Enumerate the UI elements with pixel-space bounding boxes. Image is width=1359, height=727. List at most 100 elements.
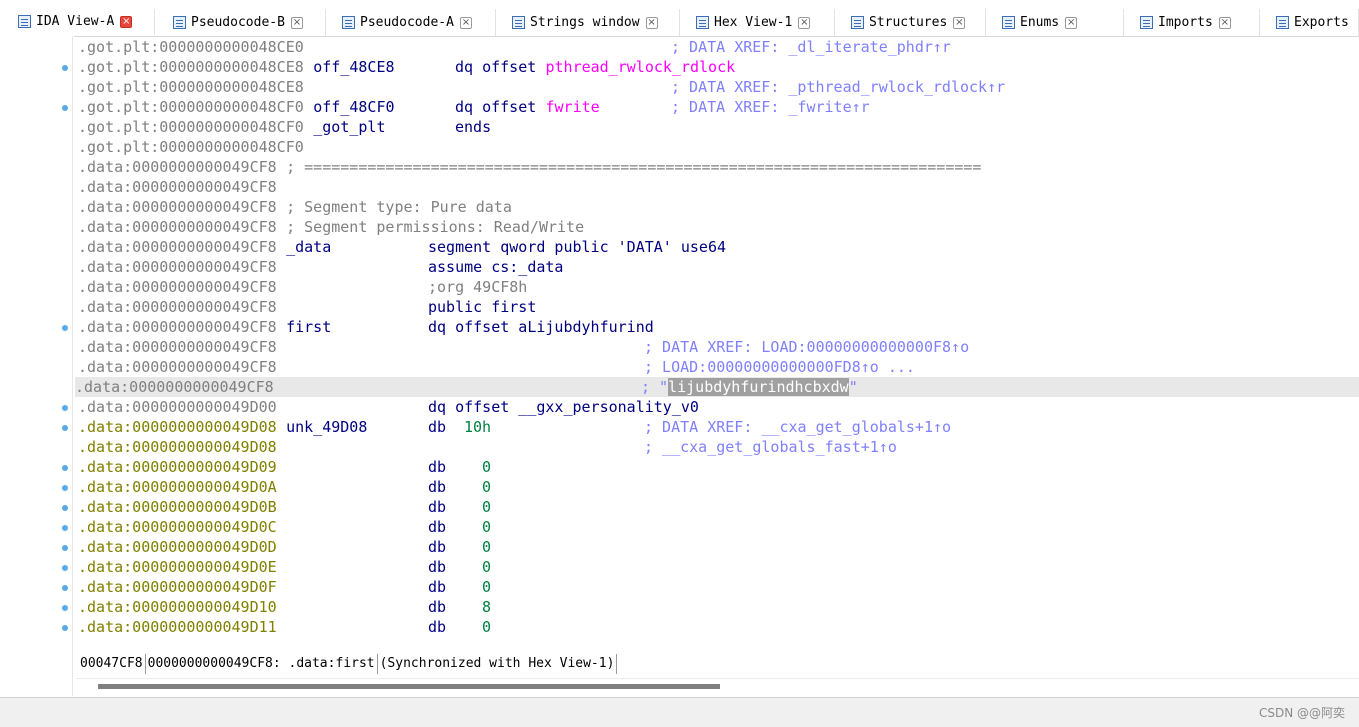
tab-hex-view-1[interactable]: Hex View-1 × bbox=[684, 9, 835, 36]
selected-text: lijubdyhfurindhcbxdw bbox=[668, 378, 849, 396]
listing-row[interactable]: .data:0000000000049D0D db 0 bbox=[78, 537, 1359, 557]
listing-row[interactable]: .got.plt:0000000000048CF0 _got_plt ends bbox=[78, 117, 1359, 137]
tab-ida-view-a[interactable]: IDA View-A × bbox=[6, 9, 155, 36]
code-flow-dot-icon bbox=[62, 425, 68, 431]
xref-comment: ; LOAD:00000000000000FD8↑o ... bbox=[644, 358, 915, 376]
listing-row[interactable]: .data:0000000000049D0C db 0 bbox=[78, 517, 1359, 537]
listing-row[interactable]: .got.plt:0000000000048CE0 ; DATA XREF: _d… bbox=[78, 37, 1359, 57]
xref-comment: ; __cxa_get_globals_fast+1↑o bbox=[644, 438, 897, 456]
listing-row[interactable]: .data:0000000000049CF8 first dq offset aLi… bbox=[78, 317, 1359, 337]
code-flow-dot-icon bbox=[62, 625, 68, 631]
mnemonic: dq offset bbox=[455, 98, 537, 116]
tab-strings-window[interactable]: Strings window × bbox=[500, 9, 680, 36]
code-flow-dot-icon bbox=[62, 605, 68, 611]
listing-row[interactable]: .got.plt:0000000000048CF0 bbox=[78, 137, 1359, 157]
close-icon[interactable]: × bbox=[459, 16, 472, 29]
address: .data:0000000000049D0D bbox=[78, 538, 277, 556]
mnemonic: db bbox=[428, 558, 447, 576]
listing-row[interactable]: .data:0000000000049D0E db 0 bbox=[78, 557, 1359, 577]
tab-pseudocode-b[interactable]: Pseudocode-B × bbox=[161, 9, 326, 36]
listing-row[interactable]: .data:0000000000049D08 unk_49D08 db 10h ; DA… bbox=[78, 417, 1359, 437]
listing-row[interactable]: .data:0000000000049CF8 ;org 49CF8h bbox=[78, 277, 1359, 297]
label-name: _data bbox=[286, 238, 332, 256]
listing-row[interactable]: .data:0000000000049CF8 ; Segment permissi… bbox=[78, 217, 1359, 237]
listing-row[interactable]: .data:0000000000049D10 db 8 bbox=[78, 597, 1359, 617]
mnemonic: assume cs:_data bbox=[428, 258, 564, 276]
code-flow-dot-icon bbox=[62, 65, 68, 71]
horizontal-scrollbar[interactable] bbox=[76, 678, 1359, 695]
tab-label: Hex View-1 bbox=[714, 15, 793, 30]
listing-row[interactable]: .data:0000000000049CF8 ; "lijubdyhfurindh… bbox=[75, 377, 1359, 397]
pseudocode-icon bbox=[342, 16, 355, 29]
listing-row[interactable]: .got.plt:0000000000048CF0 off_48CF0 dq off… bbox=[78, 97, 1359, 117]
listing-row[interactable]: .data:0000000000049CF8 ; DATA XREF: LOAD:… bbox=[78, 337, 1359, 357]
ida-view-icon bbox=[18, 15, 31, 28]
address: .data:0000000000049CF8 bbox=[78, 318, 277, 336]
address: .data:0000000000049D08 bbox=[78, 438, 277, 456]
listing-row[interactable]: .data:0000000000049CF8 ; Segment type: Pu… bbox=[78, 197, 1359, 217]
listing-row[interactable]: .data:0000000000049CF8 assume cs:_data bbox=[78, 257, 1359, 277]
address: .data:0000000000049D09 bbox=[78, 458, 277, 476]
code-flow-dot-icon bbox=[62, 325, 68, 331]
tab-enums[interactable]: Enums × bbox=[990, 9, 1124, 36]
close-icon[interactable]: × bbox=[290, 16, 303, 29]
gutter bbox=[0, 36, 74, 696]
close-icon[interactable]: × bbox=[798, 16, 811, 29]
scrollbar-thumb[interactable] bbox=[98, 684, 720, 689]
numeric-value: 0 bbox=[482, 578, 492, 596]
address: .data:0000000000049D0C bbox=[78, 518, 277, 536]
listing-row[interactable]: .data:0000000000049D0A db 0 bbox=[78, 477, 1359, 497]
listing-row[interactable]: .data:0000000000049CF8 _data segment qword… bbox=[78, 237, 1359, 257]
disassembly-listing[interactable]: .got.plt:0000000000048CE0 ; DATA XREF: _d… bbox=[75, 37, 1359, 637]
close-icon[interactable]: × bbox=[120, 15, 133, 28]
listing-row[interactable]: .data:0000000000049D11 db 0 bbox=[78, 617, 1359, 637]
tab-structures[interactable]: Structures × bbox=[839, 9, 986, 36]
address: .data:0000000000049D0B bbox=[78, 498, 277, 516]
label-name: _got_plt bbox=[313, 118, 386, 136]
close-icon[interactable]: × bbox=[1218, 16, 1231, 29]
address: .data:0000000000049CF8 bbox=[78, 238, 277, 256]
address: .data:0000000000049CF8 bbox=[78, 158, 277, 176]
xref-comment: ; DATA XREF: _pthread_rwlock_rdlock↑r bbox=[671, 78, 1006, 96]
numeric-value: 0 bbox=[482, 478, 492, 496]
tab-label: Structures bbox=[869, 15, 948, 30]
file-offset: 00047CF8 bbox=[78, 654, 146, 674]
listing-row[interactable]: .got.plt:0000000000048CE8 off_48CE8 dq off… bbox=[78, 57, 1359, 77]
address: .data:0000000000049CF8 bbox=[78, 198, 277, 216]
listing-row[interactable]: .data:0000000000049D0F db 0 bbox=[78, 577, 1359, 597]
tab-pseudocode-a[interactable]: Pseudocode-A × bbox=[330, 9, 496, 36]
string-comment: ; "lijubdyhfurindhcbxdw" bbox=[641, 377, 858, 397]
mnemonic: db bbox=[428, 458, 447, 476]
tab-imports[interactable]: Imports × bbox=[1128, 9, 1260, 36]
mnemonic: public first bbox=[428, 298, 537, 316]
listing-row[interactable]: .data:0000000000049CF8 public first bbox=[78, 297, 1359, 317]
tab-label: Enums bbox=[1020, 15, 1060, 30]
listing-row[interactable]: .got.plt:0000000000048CE8 ; DATA XREF: _p… bbox=[78, 77, 1359, 97]
imports-icon bbox=[1140, 16, 1153, 29]
listing-row[interactable]: .data:0000000000049CF8 ; ================… bbox=[78, 157, 1359, 177]
segment-comment: ; ======================================… bbox=[286, 158, 982, 176]
listing-row[interactable]: .data:0000000000049D0B db 0 bbox=[78, 497, 1359, 517]
numeric-value: 8 bbox=[482, 598, 492, 616]
listing-row[interactable]: .data:0000000000049CF8 ; LOAD:00000000000… bbox=[78, 357, 1359, 377]
tab-bar: IDA View-A × Pseudocode-B × Pseudocode-A × Str… bbox=[0, 0, 1359, 37]
address: .got.plt:0000000000048CE0 bbox=[78, 38, 304, 56]
hex-view-icon bbox=[696, 16, 709, 29]
current-location: 0000000000049CF8: .data:first bbox=[146, 654, 378, 674]
tab-exports[interactable]: Exports bbox=[1264, 9, 1359, 36]
listing-row[interactable]: .data:0000000000049D09 db 0 bbox=[78, 457, 1359, 477]
comment-suffix: " bbox=[848, 378, 858, 396]
tab-label: Strings window bbox=[530, 15, 640, 30]
mnemonic: segment qword public 'DATA' use64 bbox=[428, 238, 727, 256]
code-flow-dot-icon bbox=[62, 505, 68, 511]
listing-row[interactable]: .data:0000000000049D08 ; __cxa_get_global… bbox=[78, 437, 1359, 457]
xref-comment: ; DATA XREF: _fwrite↑r bbox=[671, 98, 870, 116]
listing-row[interactable]: .data:0000000000049D00 dq offset __gxx_pe… bbox=[78, 397, 1359, 417]
close-icon[interactable]: × bbox=[645, 16, 658, 29]
pseudocode-icon bbox=[173, 16, 186, 29]
close-icon[interactable]: × bbox=[1065, 16, 1078, 29]
close-icon[interactable]: × bbox=[953, 16, 966, 29]
listing-row[interactable]: .data:0000000000049CF8 bbox=[78, 177, 1359, 197]
strings-icon bbox=[512, 16, 525, 29]
numeric-value: 0 bbox=[482, 518, 492, 536]
